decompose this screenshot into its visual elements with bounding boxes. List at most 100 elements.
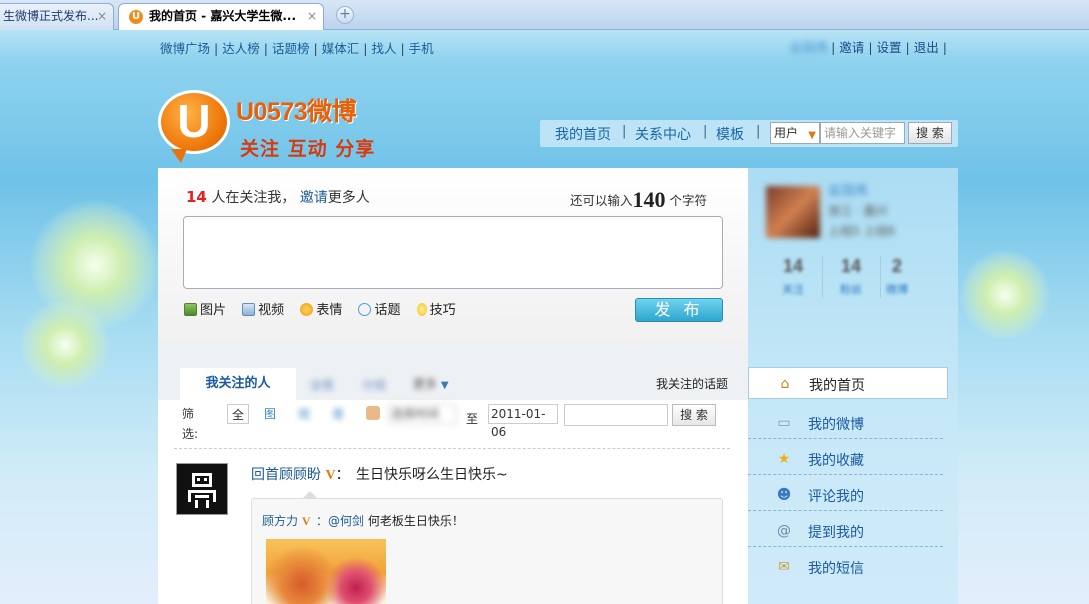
followers-count: 14 <box>186 188 207 206</box>
filter-music[interactable]: 音 <box>332 404 344 424</box>
quote-mention[interactable]: ：@何剑 <box>316 514 364 528</box>
top-nav: 微博广场 | 达人榜 | 话题榜 | 媒体汇 | 找人 | 手机 <box>160 41 434 56</box>
tab-groups[interactable]: 分组 <box>362 376 386 393</box>
logo-letter: U <box>177 95 211 147</box>
filter-video[interactable]: 视 <box>298 404 310 424</box>
sidebar-item-favorites[interactable]: ★ 我的收藏 <box>748 443 943 475</box>
search-input[interactable]: 请输入关键字 <box>820 122 905 144</box>
sidebar-item-comments[interactable]: ☻ 评论我的 <box>748 479 943 511</box>
tool-label: 技巧 <box>429 303 456 318</box>
browser-tab-weibo-release[interactable]: 生微博正式发布... × <box>0 3 114 30</box>
sidebar-item-label: 评论我的 <box>808 489 864 505</box>
tab-title: 生微博正式发布... <box>3 9 99 23</box>
main-nav-relations[interactable]: 关系中心 <box>635 124 691 144</box>
caret-down-icon: ▼ <box>808 130 816 141</box>
sidebar-item-my-weibo[interactable]: ▭ 我的微博 <box>748 407 943 439</box>
new-tab-button[interactable]: + <box>336 6 354 24</box>
tips-button[interactable]: 技巧 <box>416 299 456 318</box>
main-nav-template[interactable]: 模板 <box>716 124 744 144</box>
dandelion-decoration <box>960 250 1050 340</box>
publish-button[interactable]: 发 布 <box>635 298 723 322</box>
chars-left: 140 <box>632 187 666 212</box>
verified-badge-icon: V <box>301 514 311 528</box>
video-icon <box>242 303 256 316</box>
date-start-input[interactable]: 选择时间 <box>388 404 456 424</box>
tab-title: 我的首页 - 嘉兴大学生微... <box>149 9 297 23</box>
nav-link-topics[interactable]: 话题榜 <box>272 41 310 56</box>
tab-at-me[interactable]: @我 <box>310 376 334 393</box>
filter-search-button[interactable]: 搜 索 <box>672 404 716 426</box>
nav-link-media[interactable]: 媒体汇 <box>322 41 360 56</box>
sidebar-item-label: 我的短信 <box>808 561 864 577</box>
followed-topics-link[interactable]: 我关注的话题 <box>656 375 728 392</box>
filter-image[interactable]: 图 <box>264 404 276 424</box>
stat-followers[interactable]: 14 粉丝 <box>826 256 876 297</box>
at-icon: @ <box>777 523 791 539</box>
post-text: 生日快乐呀么生日快乐~ <box>356 467 508 483</box>
tab-following[interactable]: 我关注的人 <box>180 368 296 400</box>
sidebar-item-home[interactable]: ⌂ 我的首页 <box>748 367 948 399</box>
nav-link-mobile[interactable]: 手机 <box>409 41 434 56</box>
keyword-input[interactable] <box>564 404 668 426</box>
site-logo[interactable]: U U0573微博 关注 互动 分享 <box>158 90 378 165</box>
invite-link[interactable]: 邀请 <box>839 40 864 55</box>
tab-more-label: 更多 <box>413 377 438 391</box>
calendar-icon[interactable] <box>366 406 380 420</box>
sidebar-item-mentions[interactable]: @ 提到我的 <box>748 515 943 547</box>
stat-following[interactable]: 14 关注 <box>768 256 818 297</box>
insert-video-button[interactable]: 视频 <box>242 299 284 318</box>
tool-label: 话题 <box>374 303 401 318</box>
quote-body: 何老板生日快乐！ <box>367 514 464 528</box>
nav-link-find-people[interactable]: 找人 <box>371 41 396 56</box>
stat-label: 微博 <box>886 283 908 296</box>
char-counter-prefix: 还可以输入 <box>570 193 633 208</box>
main-nav-home[interactable]: 我的首页 <box>555 124 611 144</box>
stat-number: 14 <box>840 256 862 276</box>
cake-photo[interactable] <box>266 539 386 604</box>
composer-tools: 图片 视频 表情 话题 技巧 <box>184 299 468 318</box>
verified-badge-icon: V <box>325 468 336 483</box>
date-end-input[interactable]: 2011-01-06 <box>488 404 558 439</box>
avatar[interactable] <box>176 463 228 515</box>
post-author[interactable]: 回首顾顾盼 V： <box>251 464 350 484</box>
smiley-icon <box>300 303 314 316</box>
post-textarea[interactable] <box>183 216 723 289</box>
quote-author[interactable]: 顾方力 V <box>262 512 311 529</box>
settings-link[interactable]: 设置 <box>877 40 902 55</box>
search-type-value: 用户 <box>774 126 799 140</box>
profile-name[interactable]: 云羽鸿 <box>828 180 867 199</box>
nav-link-square[interactable]: 微博广场 <box>160 41 210 56</box>
insert-topic-button[interactable]: 话题 <box>358 299 400 318</box>
close-icon[interactable]: × <box>307 4 317 29</box>
sidebar-item-messages[interactable]: ✉ 我的短信 <box>748 551 943 583</box>
profile-location: 浙江 · 嘉兴 <box>828 204 888 218</box>
lightbulb-icon <box>416 303 427 316</box>
sidebar-item-label: 我的收藏 <box>808 453 864 469</box>
star-icon: ★ <box>777 451 791 467</box>
composer-panel: 14 人在关注我， 邀请更多人 还可以输入140 个字符 图片 视频 表情 话题… <box>158 168 748 348</box>
insert-image-button[interactable]: 图片 <box>184 299 226 318</box>
tab-more[interactable]: 更多 ▼ <box>413 375 449 392</box>
search-button[interactable]: 搜 索 <box>908 122 952 144</box>
search-type-select[interactable]: 用户 ▼ <box>770 122 820 144</box>
stat-number: 2 <box>891 256 902 276</box>
invite-more-link[interactable]: 邀请 <box>300 190 328 206</box>
sidebar-item-label: 我的微博 <box>808 417 864 433</box>
username-link[interactable]: 云羽鸿 <box>790 40 828 55</box>
nav-link-talent[interactable]: 达人榜 <box>222 41 260 56</box>
browser-tab-my-home[interactable]: U 我的首页 - 嘉兴大学生微... × <box>118 3 324 30</box>
avatar[interactable] <box>766 186 820 238</box>
post-colon: ： <box>335 467 350 483</box>
insert-emoticon-button[interactable]: 表情 <box>300 299 342 318</box>
logout-link[interactable]: 退出 <box>914 40 939 55</box>
invite-suffix: 更多人 <box>327 190 370 206</box>
user-nav: 云羽鸿 | 邀请 | 设置 | 退出 | <box>789 40 947 55</box>
filter-all[interactable]: 全 <box>227 404 249 424</box>
speech-bubble-icon <box>358 303 372 316</box>
close-icon[interactable]: × <box>97 4 107 29</box>
char-counter: 还可以输入140 个字符 <box>570 187 707 213</box>
post-author-name: 回首顾顾盼 <box>251 467 321 483</box>
stat-posts[interactable]: 2 微博 <box>872 256 922 297</box>
pixel-robot-icon <box>180 467 224 511</box>
char-counter-suffix: 个字符 <box>669 193 708 208</box>
